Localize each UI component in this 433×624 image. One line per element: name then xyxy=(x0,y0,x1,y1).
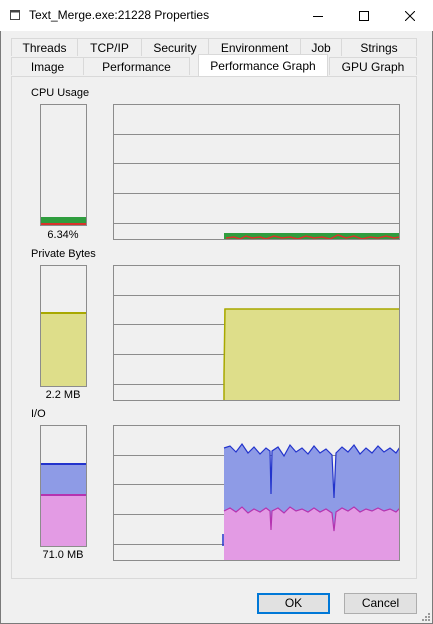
maximize-icon xyxy=(359,10,369,21)
cpu-usage-label: CPU Usage xyxy=(31,87,90,99)
minimize-button[interactable] xyxy=(295,0,341,31)
maximize-button[interactable] xyxy=(341,0,387,31)
tab-row-bottom: Image Performance GPU Graph Performance … xyxy=(11,54,417,76)
minimize-icon xyxy=(313,15,323,17)
io-write-bar xyxy=(41,494,86,546)
private-bytes-value: 2.2 MB xyxy=(45,389,81,401)
tab-image[interactable]: Image xyxy=(11,57,84,75)
private-bytes-meter xyxy=(40,265,87,387)
private-bytes-bar xyxy=(41,312,86,386)
window-title: Text_Merge.exe:21228 Properties xyxy=(29,8,210,22)
cancel-button[interactable]: Cancel xyxy=(344,593,417,614)
title-bar: Text_Merge.exe:21228 Properties xyxy=(0,0,433,31)
cpu-kernel-bar xyxy=(41,223,86,225)
ok-button[interactable]: OK xyxy=(257,593,330,614)
tab-performance-graph[interactable]: Performance Graph xyxy=(198,54,328,76)
tab-threads[interactable]: Threads xyxy=(11,38,78,56)
tab-strings[interactable]: Strings xyxy=(341,38,417,56)
close-button[interactable] xyxy=(387,0,433,31)
cpu-usage-graph xyxy=(113,104,400,240)
private-bytes-graph xyxy=(113,265,400,401)
private-bytes-label: Private Bytes xyxy=(31,248,96,260)
tab-gpu-graph[interactable]: GPU Graph xyxy=(329,57,417,75)
io-meter xyxy=(40,425,87,547)
cpu-usage-meter xyxy=(40,104,87,226)
resize-grip-icon[interactable] xyxy=(419,610,431,622)
app-icon xyxy=(10,10,20,20)
close-icon xyxy=(405,10,415,21)
io-graph xyxy=(113,425,400,561)
tab-tcpip[interactable]: TCP/IP xyxy=(77,38,142,56)
cpu-usage-value: 6.34% xyxy=(47,229,79,241)
io-label: I/O xyxy=(31,408,46,420)
io-value: 71.0 MB xyxy=(42,549,84,561)
tab-performance[interactable]: Performance xyxy=(83,57,190,75)
